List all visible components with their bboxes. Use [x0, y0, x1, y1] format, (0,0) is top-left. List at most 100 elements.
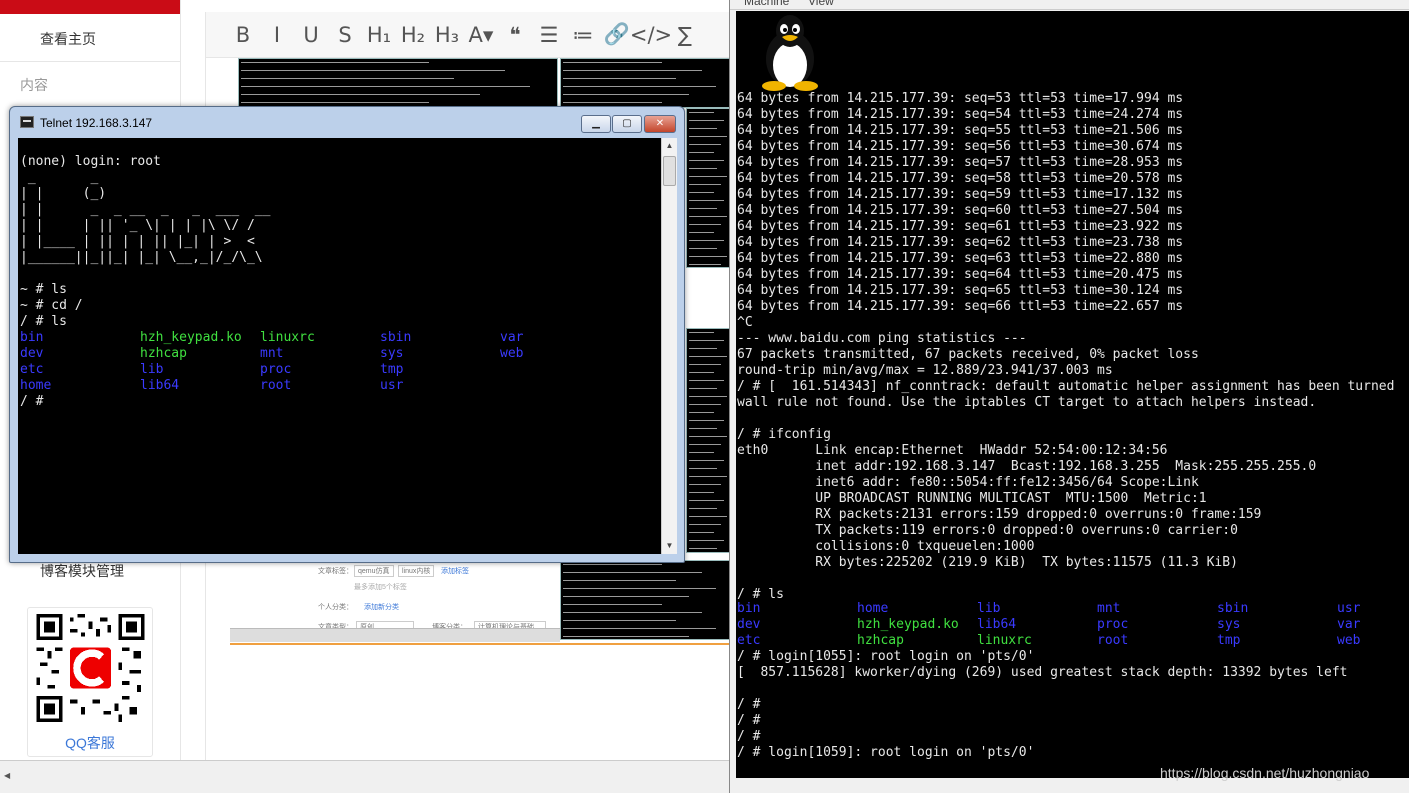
telnet-console[interactable]: (none) login: root _ _ | | (_) | | _ _ __ … [18, 138, 661, 554]
console-line: |______||_||_| |_| \__,_|/_/\_\ [20, 250, 263, 265]
console-line: ~ # cd / [20, 298, 83, 313]
scroll-left-icon[interactable]: ◀ [4, 771, 10, 780]
telnet-window[interactable]: Telnet 192.168.3.147 ▁ ▢ ✕ (none) login:… [9, 106, 685, 563]
console-line: RX bytes:225202 (219.9 KiB) TX bytes:115… [737, 555, 1238, 570]
editor-thumbnail-terminal [238, 58, 558, 108]
console-line: / # [737, 713, 761, 728]
console-line: [ 857.115628] kworker/dying (269) used g… [737, 665, 1348, 680]
minimize-button[interactable]: ▁ [581, 115, 611, 133]
ls-entry: hzh_keypad.ko [140, 330, 242, 345]
console-line: --- www.baidu.com ping statistics --- [737, 331, 1027, 346]
qr-code-icon [36, 614, 145, 722]
console-line: 64 bytes from 14.215.177.39: seq=61 ttl=… [737, 219, 1184, 234]
ls-entry: lib64 [140, 378, 180, 393]
scroll-down-icon[interactable]: ▼ [662, 538, 677, 554]
console-line: 64 bytes from 14.215.177.39: seq=54 ttl=… [737, 107, 1184, 122]
code-button[interactable]: </> [630, 18, 672, 52]
heading1-button[interactable]: H₁ [362, 18, 396, 52]
unordered-list-button[interactable]: ≔ [566, 18, 600, 52]
qemu-ls-listing: bin home lib mnt sbin usr dev hzh_keypad.ko lib6… [737, 601, 1397, 649]
ls-entry: sys [1217, 617, 1241, 632]
qq-service-card[interactable]: QQ客服 [27, 607, 153, 757]
maximize-button[interactable]: ▢ [612, 115, 642, 133]
editor-thumbnail-ls [560, 560, 730, 640]
underline-button[interactable]: U [294, 18, 328, 52]
ls-entry: dev [737, 617, 761, 632]
console-line: _ _ [20, 170, 99, 185]
scroll-thumb[interactable] [663, 156, 676, 186]
console-line: RX packets:2131 errors:159 dropped:0 ove… [737, 507, 1262, 522]
heading3-button[interactable]: H₃ [430, 18, 464, 52]
ls-entry: web [500, 346, 524, 361]
add-tag-link: 添加标签 [441, 568, 469, 575]
telnet-titlebar[interactable]: Telnet 192.168.3.147 ▁ ▢ ✕ [10, 107, 684, 137]
ls-entry: bin [737, 601, 761, 616]
ls-entry: bin [20, 330, 44, 345]
watermark-text: https://blog.csdn.net/huzhongniao [1160, 765, 1370, 781]
ls-entry: var [500, 330, 524, 345]
heading2-button[interactable]: H₂ [396, 18, 430, 52]
ls-entry: home [20, 378, 52, 393]
console-line: / # ifconfig [737, 427, 831, 442]
editor-toolbar: B I U S H₁ H₂ H₃ A▾ ❝ ☰ ≔ 🔗 </> ∑ [206, 12, 733, 58]
console-line: round-trip min/avg/max = 12.889/23.941/3… [737, 363, 1113, 378]
telnet-console-output: (none) login: root _ _ | | (_) | | _ _ __ … [20, 154, 270, 330]
ls-entry [500, 378, 560, 394]
console-line: | | | || '_ \| | | |\ \/ / [20, 218, 255, 233]
brand-bar [0, 0, 180, 14]
nav-blog-module-link[interactable]: 博客模块管理 [40, 561, 124, 581]
add-category-link: 添加新分类 [364, 604, 399, 611]
console-line: 64 bytes from 14.215.177.39: seq=63 ttl=… [737, 251, 1184, 266]
quote-button[interactable]: ❝ [498, 18, 532, 52]
nav-home-link[interactable]: 查看主页 [40, 29, 96, 49]
ls-entry: var [1337, 617, 1361, 632]
console-line: 64 bytes from 14.215.177.39: seq=59 ttl=… [737, 187, 1184, 202]
qemu-console[interactable]: 64 bytes from 14.215.177.39: seq=53 ttl=… [736, 11, 1409, 778]
ordered-list-button[interactable]: ☰ [532, 18, 566, 52]
qq-service-label[interactable]: QQ客服 [28, 733, 152, 753]
console-line: 64 bytes from 14.215.177.39: seq=60 ttl=… [737, 203, 1184, 218]
console-line: 64 bytes from 14.215.177.39: seq=66 ttl=… [737, 299, 1184, 314]
ls-entry: proc [1097, 617, 1129, 632]
qemu-window[interactable]: Machine View 64 bytes from 14.215.177.39… [729, 0, 1409, 793]
editor-thumbnail-form: 文章标签： qemu仿真 linux内核 添加标签 最多添加5个标签 个人分类：… [306, 560, 558, 633]
ls-entry: lib [140, 362, 164, 377]
strikethrough-button[interactable]: S [328, 18, 362, 52]
console-prompt: / # [20, 394, 44, 409]
menu-view[interactable]: View [808, 0, 834, 8]
menu-machine[interactable]: Machine [744, 0, 789, 8]
ls-entry: hzhcap [857, 633, 904, 648]
ls-entry: usr [380, 378, 404, 393]
scroll-up-icon[interactable]: ▲ [662, 138, 677, 154]
ls-entry: web [1337, 633, 1361, 648]
ls-entry: lib64 [977, 617, 1017, 632]
ls-entry: mnt [1097, 601, 1121, 616]
ls-entry: tmp [380, 362, 404, 377]
console-line: inet addr:192.168.3.147 Bcast:192.168.3.… [737, 459, 1317, 474]
editor-thumbnail-strip [230, 628, 560, 642]
console-line: 64 bytes from 14.215.177.39: seq=62 ttl=… [737, 235, 1184, 250]
ls-entry: linuxrc [977, 633, 1032, 648]
qemu-console-tail: / # login[1055]: root login on 'pts/0'[ … [737, 649, 1347, 761]
telnet-scrollbar[interactable]: ▲ ▼ [661, 138, 677, 554]
ls-entry: linuxrc [260, 330, 315, 345]
ls-entry: sbin [380, 330, 412, 345]
console-line: wall rule not found. Use the iptables CT… [737, 395, 1317, 410]
console-line: | |____ | || | | || |_| | > < [20, 234, 255, 249]
console-line: | | (_) [20, 186, 107, 201]
bold-button[interactable]: B [226, 18, 260, 52]
nav-section-content: 内容 [20, 77, 48, 93]
window-title: Telnet 192.168.3.147 [40, 116, 153, 130]
console-line: | | _ _ __ _ _ ___ __ [20, 202, 271, 217]
tag-hint: 最多添加5个标签 [354, 584, 407, 591]
qemu-menubar: Machine View [730, 0, 1409, 10]
ls-entry: mnt [260, 346, 284, 361]
font-color-button[interactable]: A▾ [464, 18, 498, 52]
ls-entry: sbin [1217, 601, 1249, 616]
ls-entry: tmp [1217, 633, 1241, 648]
close-button[interactable]: ✕ [644, 115, 676, 133]
formula-button[interactable]: ∑ [668, 18, 702, 52]
italic-button[interactable]: I [260, 18, 294, 52]
